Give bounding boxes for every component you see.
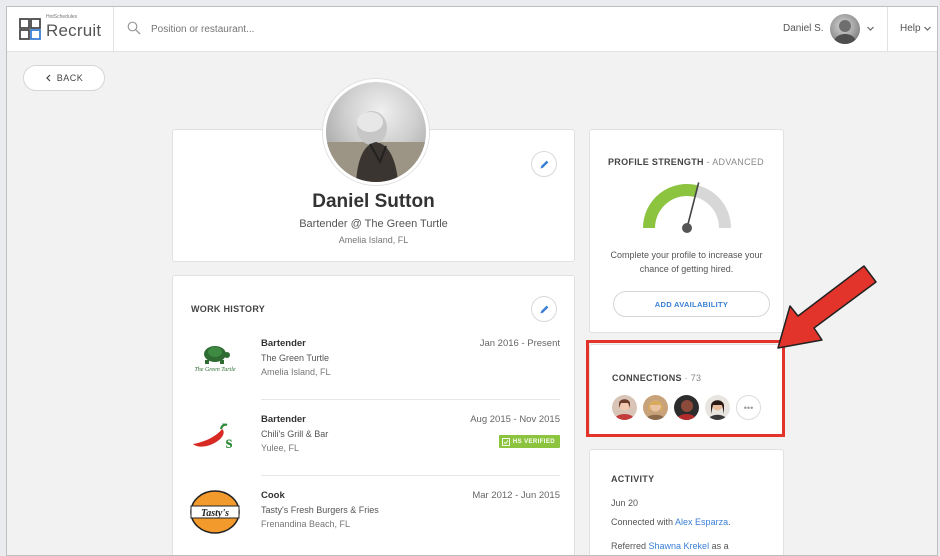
activity-text: . bbox=[728, 517, 731, 527]
divider bbox=[261, 475, 560, 476]
chevron-left-icon bbox=[45, 74, 51, 82]
green-turtle-logo-icon: The Green Turtle bbox=[194, 346, 236, 373]
brand-name: Recruit bbox=[46, 21, 102, 40]
profile-name: Daniel Sutton bbox=[312, 191, 435, 212]
pencil-icon bbox=[540, 160, 548, 168]
work-history-item[interactable]: The Green Turtle Bartender The Green Tur… bbox=[187, 338, 560, 408]
activity-person-link[interactable]: Alex Esparza bbox=[675, 517, 728, 527]
activity-text: Connected with bbox=[611, 517, 676, 527]
profile-strength-title: PROFILE STRENGTH - ADVANCED bbox=[608, 157, 764, 167]
work-history-item[interactable]: Tasty's Cook Tasty's Fresh Burgers & Fri… bbox=[187, 490, 560, 555]
top-bar: HotSchedules Recruit Daniel S. Help bbox=[7, 7, 937, 52]
svg-text:Tasty's: Tasty's bbox=[201, 508, 229, 519]
activity-text: as a bbox=[709, 541, 729, 551]
chilis-logo-icon: s ' bbox=[193, 423, 233, 452]
profile-photo[interactable] bbox=[323, 79, 429, 185]
add-availability-button[interactable]: ADD AVAILABILITY bbox=[613, 291, 770, 317]
recruit-logo[interactable]: HotSchedules Recruit bbox=[19, 14, 102, 41]
red-arrow-annotation-icon bbox=[777, 265, 877, 349]
chevron-down-icon[interactable] bbox=[923, 24, 932, 33]
search-input[interactable] bbox=[149, 19, 453, 39]
activity-item: Connected with Alex Esparza. bbox=[611, 517, 731, 527]
verified-badge: HS VERIFIED bbox=[498, 435, 560, 448]
svg-text:s: s bbox=[225, 432, 232, 452]
verified-label: HS VERIFIED bbox=[512, 438, 555, 445]
divider bbox=[887, 7, 888, 51]
logo-small-text: HotSchedules bbox=[46, 14, 78, 20]
back-button[interactable]: BACK bbox=[23, 65, 105, 91]
gauge-pivot bbox=[682, 223, 692, 233]
check-badge-icon bbox=[501, 437, 510, 446]
profile-location: Amelia Island, FL bbox=[338, 235, 409, 245]
activity-date: Jun 20 bbox=[611, 498, 639, 508]
work-history-card: WORK HISTORY The Green Turtle Bartender … bbox=[172, 275, 575, 555]
activity-title: ACTIVITY bbox=[611, 474, 655, 484]
job-role: Cook bbox=[261, 490, 285, 501]
work-history-item[interactable]: s ' Bartender Chili's Grill & Bar Yulee,… bbox=[187, 414, 560, 484]
job-dates: Mar 2012 - Jun 2015 bbox=[472, 490, 560, 501]
hotschedules-logo-icon bbox=[19, 18, 41, 40]
work-history-title: WORK HISTORY bbox=[191, 304, 266, 314]
user-avatar[interactable] bbox=[830, 14, 860, 44]
search-icon bbox=[127, 21, 141, 35]
job-role: Bartender bbox=[261, 338, 306, 349]
tastys-logo-icon: Tasty's bbox=[190, 490, 240, 534]
job-company: Chili's Grill & Bar bbox=[261, 429, 329, 439]
activity-person-link[interactable]: Shawna Krekel bbox=[649, 541, 710, 551]
activity-text: Referred bbox=[611, 541, 649, 551]
job-company: Tasty's Fresh Burgers & Fries bbox=[261, 505, 379, 515]
user-name[interactable]: Daniel S. bbox=[783, 23, 824, 34]
job-role: Bartender bbox=[261, 414, 306, 425]
back-label: BACK bbox=[56, 73, 84, 83]
app-window: HotSchedules Recruit Daniel S. Help bbox=[6, 6, 938, 556]
svg-text:': ' bbox=[222, 423, 223, 430]
job-dates: Jan 2016 - Present bbox=[479, 338, 560, 349]
job-dates: Aug 2015 - Nov 2015 bbox=[470, 414, 560, 425]
svg-text:The Green Turtle: The Green Turtle bbox=[194, 367, 235, 373]
job-company: The Green Turtle bbox=[261, 353, 330, 363]
strength-gauge bbox=[643, 182, 731, 233]
divider bbox=[113, 7, 114, 51]
activity-card: ACTIVITY Jun 20 Connected with Alex Espa… bbox=[589, 449, 784, 555]
chevron-down-icon[interactable] bbox=[866, 24, 875, 33]
job-location: Amelia Island, FL bbox=[261, 367, 331, 377]
avatar-photo-icon bbox=[834, 20, 856, 44]
edit-profile-button[interactable] bbox=[531, 151, 557, 177]
help-menu[interactable]: Help bbox=[900, 23, 921, 34]
activity-item: Referred Shawna Krekel as a bbox=[611, 541, 729, 551]
profile-strength-label: PROFILE STRENGTH bbox=[608, 157, 704, 167]
profile-title: Bartender @ The Green Turtle bbox=[299, 218, 448, 230]
pencil-icon bbox=[540, 305, 548, 313]
gauge-fill bbox=[643, 184, 698, 229]
job-location: Yulee, FL bbox=[261, 443, 300, 453]
profile-strength-message: Complete your profile to increase your c… bbox=[610, 250, 763, 274]
profile-strength-level: ADVANCED bbox=[712, 157, 764, 167]
person-photo-icon bbox=[326, 111, 426, 182]
edit-work-history-button[interactable] bbox=[531, 296, 557, 322]
divider bbox=[261, 399, 560, 400]
job-location: Frenandina Beach, FL bbox=[261, 519, 351, 529]
